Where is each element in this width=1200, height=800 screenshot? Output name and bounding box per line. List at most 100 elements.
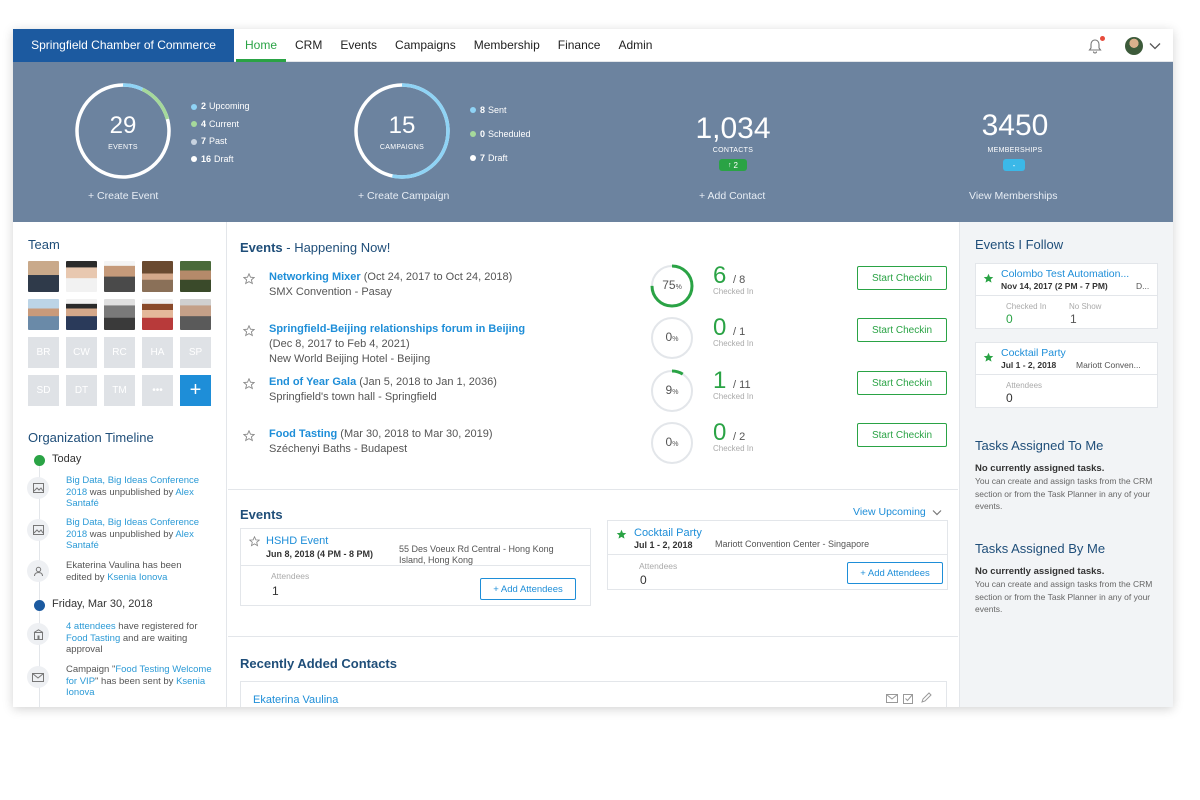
- checkbox-icon[interactable]: [903, 693, 914, 704]
- team-avatar[interactable]: [142, 261, 173, 292]
- campaigns-count: 15: [388, 112, 416, 139]
- timeline-date: Friday, Mar 30, 2018: [52, 598, 153, 610]
- followed-event-card: Colombo Test Automation... Nov 14, 2017 …: [975, 263, 1158, 329]
- star-icon[interactable]: [249, 536, 260, 547]
- create-event-link[interactable]: + Create Event: [88, 190, 158, 202]
- nav-crm[interactable]: CRM: [286, 29, 331, 62]
- event-name-link[interactable]: Food Tasting: [269, 428, 337, 440]
- nav-home[interactable]: Home: [236, 29, 287, 62]
- top-nav: Springfield Chamber of Commerce Home CRM…: [13, 29, 1173, 62]
- bell-icon[interactable]: [1087, 35, 1105, 54]
- memberships-badge: -: [1003, 159, 1025, 171]
- tasks-by-me-title: Tasks Assigned By Me: [975, 541, 1106, 556]
- followed-event-name[interactable]: Colombo Test Automation...: [1001, 268, 1129, 280]
- app-window: Springfield Chamber of Commerce Home CRM…: [13, 29, 1173, 707]
- campaigns-ring[interactable]: 15 CAMPAIGNS: [353, 82, 451, 180]
- start-checkin-button[interactable]: Start Checkin: [857, 318, 947, 342]
- team-avatar[interactable]: [66, 299, 97, 330]
- team-avatar[interactable]: [142, 299, 173, 330]
- right-sidebar: Events I Follow Colombo Test Automation.…: [959, 222, 1173, 707]
- team-title: Team: [28, 237, 60, 252]
- checkin-progress: 0%: [650, 316, 694, 360]
- today-dot: [34, 455, 45, 466]
- team-avatar[interactable]: [104, 299, 135, 330]
- contact-name-link[interactable]: Ekaterina Vaulina: [253, 694, 338, 706]
- team-avatar[interactable]: [104, 261, 135, 292]
- add-attendees-button[interactable]: + Add Attendees: [847, 562, 943, 584]
- star-icon[interactable]: [243, 325, 255, 337]
- team-initials[interactable]: HA: [142, 337, 173, 368]
- team-avatar[interactable]: [180, 261, 211, 292]
- checkin-progress: 9%: [650, 369, 694, 413]
- team-initials[interactable]: RC: [104, 337, 135, 368]
- timeline-title: Organization Timeline: [28, 430, 154, 445]
- team-avatar[interactable]: [66, 261, 97, 292]
- events-count: 29: [109, 112, 137, 139]
- memberships-count: 3450: [981, 109, 1049, 142]
- followed-event-name[interactable]: Cocktail Party: [1001, 347, 1066, 359]
- attendees-count: 1: [272, 584, 279, 598]
- team-initials[interactable]: BR: [28, 337, 59, 368]
- nav-finance[interactable]: Finance: [549, 29, 610, 62]
- nav-menu: Home CRM Events Campaigns Membership Fin…: [236, 29, 661, 62]
- start-checkin-button[interactable]: Start Checkin: [857, 266, 947, 290]
- team-avatar[interactable]: [180, 299, 211, 330]
- nav-admin[interactable]: Admin: [609, 29, 661, 62]
- create-campaign-link[interactable]: + Create Campaign: [358, 190, 449, 202]
- contact-row: Ekaterina Vaulina: [240, 681, 947, 707]
- follow-title: Events I Follow: [975, 237, 1064, 252]
- start-checkin-button[interactable]: Start Checkin: [857, 371, 947, 395]
- event-card-location: 55 Des Voeux Rd Central - Hong Kong Isla…: [399, 544, 554, 565]
- nav-events[interactable]: Events: [331, 29, 386, 62]
- star-icon[interactable]: [243, 430, 255, 442]
- mail-icon[interactable]: [886, 694, 898, 703]
- team-initials[interactable]: CW: [66, 337, 97, 368]
- event-name-link[interactable]: Springfield-Beijing relationships forum …: [269, 323, 525, 335]
- user-avatar[interactable]: [1125, 36, 1143, 55]
- team-initials[interactable]: SP: [180, 337, 211, 368]
- event-card-name[interactable]: Cocktail Party: [634, 527, 702, 539]
- happening-event-row: End of Year Gala (Jan 5, 2018 to Jan 1, …: [240, 367, 950, 427]
- edit-icon[interactable]: [920, 692, 932, 704]
- start-checkin-button[interactable]: Start Checkin: [857, 423, 947, 447]
- brand-title[interactable]: Springfield Chamber of Commerce: [13, 29, 234, 62]
- add-team-member-button[interactable]: +: [180, 375, 211, 406]
- attendees-count: 0: [640, 573, 647, 587]
- left-sidebar: Team BR CW RC HA SP SD DT TM ••• + Organ…: [13, 222, 227, 707]
- view-memberships-link[interactable]: View Memberships: [969, 190, 1058, 202]
- stats-band: 29 EVENTS 2 Upcoming 4 Current 7 Past 16 Dra…: [13, 62, 1173, 222]
- star-icon[interactable]: [243, 273, 255, 285]
- team-initials[interactable]: TM: [104, 375, 135, 406]
- contacts-count: 1,034: [695, 112, 771, 145]
- team-initials[interactable]: SD: [28, 375, 59, 406]
- recent-contacts-title: Recently Added Contacts: [240, 656, 397, 671]
- image-icon: [27, 477, 49, 499]
- team-avatar[interactable]: [28, 261, 59, 292]
- star-icon[interactable]: [983, 352, 994, 363]
- team-avatar[interactable]: [28, 299, 59, 330]
- campaigns-legend: 8 Sent 0 Scheduled 7 Draft: [470, 98, 531, 170]
- star-icon[interactable]: [983, 273, 994, 284]
- notification-dot: [1100, 35, 1105, 41]
- nav-membership[interactable]: Membership: [465, 29, 549, 62]
- contacts-label: CONTACTS: [712, 147, 754, 154]
- event-name-link[interactable]: End of Year Gala: [269, 376, 356, 388]
- events-ring[interactable]: 29 EVENTS: [74, 82, 172, 180]
- chevron-down-icon[interactable]: [1149, 37, 1163, 55]
- team-initials[interactable]: DT: [66, 375, 97, 406]
- happening-title: Events - Happening Now!: [240, 240, 391, 255]
- happening-event-row: Networking Mixer (Oct 24, 2017 to Oct 24…: [240, 262, 950, 322]
- memberships-label: MEMBERSHIPS: [987, 147, 1043, 154]
- star-icon[interactable]: [243, 378, 255, 390]
- view-upcoming-dropdown[interactable]: View Upcoming: [853, 506, 942, 518]
- star-icon[interactable]: [616, 529, 627, 540]
- event-card-name[interactable]: HSHD Event: [266, 535, 328, 547]
- add-attendees-button[interactable]: + Add Attendees: [480, 578, 576, 600]
- add-contact-link[interactable]: + Add Contact: [699, 190, 765, 202]
- event-name-link[interactable]: Networking Mixer: [269, 271, 361, 283]
- team-more-button[interactable]: •••: [142, 375, 173, 406]
- nav-campaigns[interactable]: Campaigns: [386, 29, 465, 62]
- contacts-badge: ↑ 2: [719, 159, 747, 171]
- events-label: EVENTS: [108, 144, 138, 151]
- events-legend: 2 Upcoming 4 Current 7 Past 16 Draft: [191, 98, 250, 168]
